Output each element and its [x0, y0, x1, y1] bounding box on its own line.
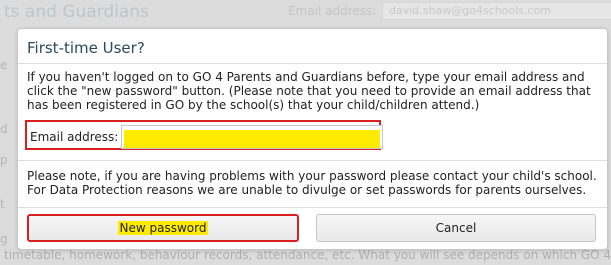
- cancel-button[interactable]: Cancel: [316, 214, 596, 242]
- email-input-wrapper: [121, 125, 383, 149]
- email-input[interactable]: [124, 130, 380, 148]
- new-password-button[interactable]: New password: [27, 214, 299, 242]
- dialog-title: First-time User?: [27, 39, 145, 57]
- cancel-button-label: Cancel: [435, 221, 477, 235]
- background-footer-text: timetable, homework, behaviour records, …: [4, 248, 611, 262]
- background-email-label: Email address:: [288, 4, 377, 18]
- background-email-field[interactable]: david.shaw@go4schools.com: [382, 2, 611, 20]
- background-heading: ts and Guardians: [4, 2, 149, 22]
- intro-text: If you haven't logged on to GO 4 Parents…: [27, 70, 591, 112]
- data-protection-note: Please note, if you are having problems …: [27, 169, 597, 197]
- title-divider: [18, 63, 607, 64]
- background-text-fragment: g: [0, 232, 8, 246]
- middle-divider: [18, 160, 607, 161]
- email-label: Email address:: [30, 130, 119, 144]
- background-text-fragment: p: [0, 153, 8, 167]
- first-time-user-dialog: First-time User? If you haven't logged o…: [17, 28, 608, 250]
- email-row: Email address:: [25, 120, 383, 150]
- background-text-fragment: d: [0, 122, 8, 136]
- new-password-button-label: New password: [117, 221, 209, 235]
- background-text-fragment: t: [0, 197, 5, 211]
- footer-divider: [18, 207, 607, 208]
- background-text-fragment: e: [0, 58, 8, 72]
